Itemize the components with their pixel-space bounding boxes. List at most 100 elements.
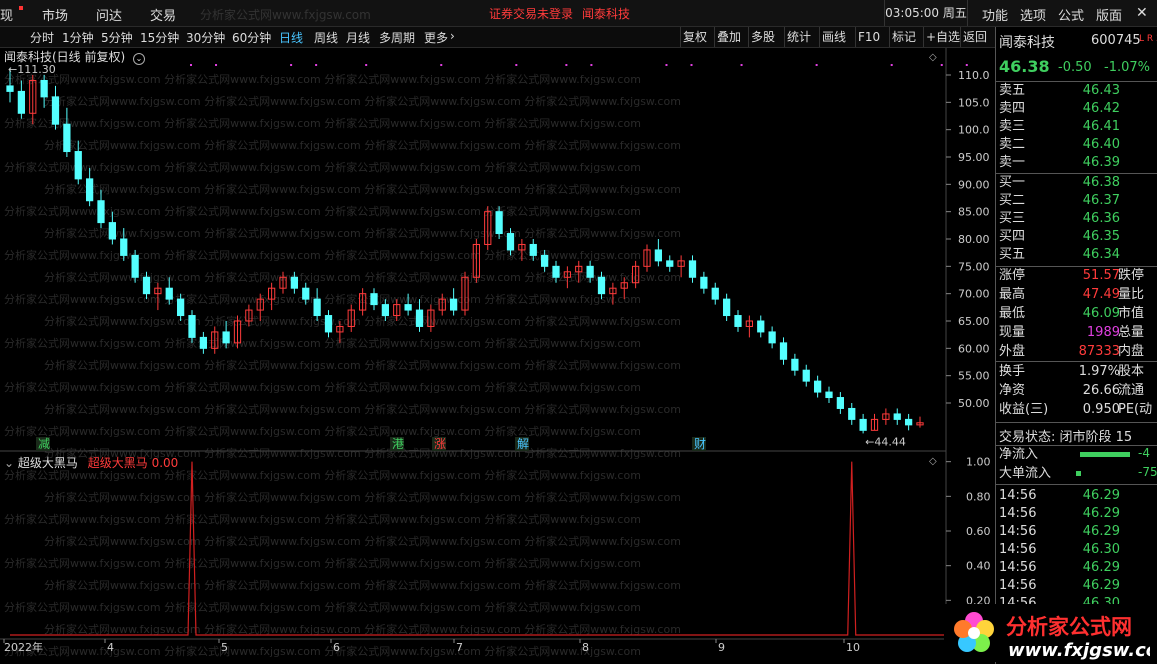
period-fenshi[interactable]: 分时	[30, 29, 54, 46]
bid-row: 买一 46.38	[996, 174, 1157, 192]
signal-dot	[365, 64, 368, 66]
expand-icon: ◇	[929, 456, 937, 467]
ask-row-value: 46.43	[1082, 83, 1120, 98]
month-label: 10	[846, 641, 860, 654]
btn-f10[interactable]: F10	[855, 27, 882, 47]
ask-row-label: 卖一	[999, 155, 1026, 170]
period-60min[interactable]: 60分钟	[232, 29, 271, 46]
stat2-row-value: 0.950	[1082, 402, 1120, 417]
btn-restore-right[interactable]: 复权	[680, 27, 709, 47]
notification-dot	[19, 6, 23, 10]
stat-row-label: 外盘	[999, 344, 1026, 359]
candle-body	[506, 233, 515, 251]
stat2-row-label: 换手	[999, 364, 1026, 379]
event-badge: 涨	[434, 436, 446, 451]
menu-trade[interactable]: 交易	[150, 5, 176, 24]
stat-row: 最高 47.49 量比	[996, 286, 1157, 304]
period-more[interactable]: 更多	[424, 29, 448, 46]
candle-body	[222, 331, 230, 344]
menu-formula[interactable]: 公式	[1058, 5, 1084, 24]
tick-row-label: 14:56	[999, 578, 1037, 593]
tick-row: 14:56 46.29	[996, 505, 1157, 523]
candle-body	[63, 123, 71, 153]
period-1min[interactable]: 1分钟	[62, 29, 94, 46]
site-logo: 分析家公式网 www.fxjgsw.com	[944, 604, 1150, 662]
menu-discover[interactable]: 现	[0, 5, 13, 24]
candle-body	[893, 413, 901, 420]
chevron-down-icon[interactable]: ⌄	[133, 53, 146, 65]
period-5min[interactable]: 5分钟	[101, 29, 133, 46]
chevron-right-icon[interactable]: ›	[450, 29, 455, 43]
candle-body	[381, 304, 390, 317]
indicator-tick-label: 1.00	[966, 456, 991, 469]
stat-row: 外盘 87333 内盘	[996, 343, 1157, 361]
btn-stats[interactable]: 统计	[784, 27, 813, 47]
candle-body	[734, 315, 742, 327]
btn-multi-stock[interactable]: 多股	[748, 27, 777, 47]
stat2-row-label2: 流通	[1118, 383, 1145, 398]
period-daily[interactable]: 日线	[279, 29, 303, 46]
candle-body	[51, 96, 60, 125]
signal-dot	[290, 64, 293, 66]
candle-body	[199, 336, 208, 349]
period-monthly[interactable]: 月线	[346, 29, 370, 46]
price-tick-label: 55.00	[958, 370, 990, 383]
period-weekly[interactable]: 周线	[314, 29, 338, 46]
collapse-icon[interactable]: ⌄	[4, 456, 14, 470]
flow-row: 净流入	[996, 446, 1157, 464]
candle-body	[711, 287, 719, 300]
ask-row: 卖二 46.40	[996, 136, 1157, 154]
quote-stock-code: 600745	[1091, 33, 1141, 48]
month-label: 4	[107, 641, 114, 654]
month-label: 6	[333, 641, 340, 654]
period-30min[interactable]: 30分钟	[186, 29, 225, 46]
btn-back[interactable]: 返回	[960, 27, 989, 47]
menu-options[interactable]: 选项	[1020, 5, 1046, 24]
stock-name-link[interactable]: 闻泰科技	[582, 5, 630, 22]
candle-body	[848, 407, 856, 420]
flow-row-label: 净流入	[999, 447, 1039, 462]
btn-draw-line[interactable]: 画线	[819, 27, 848, 47]
btn-add-favorite[interactable]: +自选	[923, 27, 962, 47]
bid-row: 买三 46.36	[996, 210, 1157, 228]
login-warning[interactable]: 证券交易未登录	[489, 5, 573, 22]
bid-row-label: 买二	[999, 193, 1026, 208]
tick-row-value: 46.29	[1082, 560, 1120, 575]
close-icon[interactable]: ✕	[1136, 5, 1148, 21]
grid-watermark: 分析家公式网www.fxjgsw.com 分析家公式网www.fxjgsw.co…	[44, 490, 681, 504]
candle-body	[859, 418, 867, 431]
candle-body	[540, 254, 549, 267]
grid-watermark: 分析家公式网www.fxjgsw.com 分析家公式网www.fxjgsw.co…	[4, 556, 641, 570]
menu-function[interactable]: 功能	[982, 5, 1008, 24]
candle-body	[449, 298, 458, 311]
menu-wenda[interactable]: 问达	[96, 5, 122, 24]
indicator-name[interactable]: 超级大黑马	[18, 456, 78, 470]
signal-dot	[665, 64, 668, 66]
btn-mark[interactable]: 标记	[889, 27, 918, 47]
kline-chart[interactable]: 分析家公式网www.fxjgsw.com 分析家公式网www.fxjgsw.co…	[0, 48, 995, 664]
grid-watermark: 分析家公式网www.fxjgsw.com 分析家公式网www.fxjgsw.co…	[44, 578, 681, 592]
candle-body	[552, 265, 560, 278]
signal-dot	[815, 64, 818, 66]
period-15min[interactable]: 15分钟	[140, 29, 179, 46]
quote-price: 46.38	[999, 57, 1050, 76]
bid-row-label: 买一	[999, 175, 1026, 190]
indicator-tick-label: 0.60	[966, 525, 991, 538]
menu-layout[interactable]: 版面	[1096, 5, 1122, 24]
candle-body	[370, 293, 378, 306]
stat-row-label: 涨停	[999, 268, 1026, 283]
period-multi[interactable]: 多周期	[379, 29, 415, 46]
flow-bar	[1076, 471, 1081, 476]
candle-body	[324, 315, 333, 333]
month-label: 5	[221, 641, 228, 654]
btn-overlay[interactable]: 叠加	[714, 27, 743, 47]
ask-row-label: 卖三	[999, 119, 1026, 134]
candle-body	[120, 238, 128, 256]
stat-row: 最低 46.09 市值	[996, 305, 1157, 323]
signal-dot	[315, 64, 318, 66]
price-tick-label: 80.00	[958, 233, 990, 246]
menu-market[interactable]: 市场	[42, 5, 68, 24]
grid-watermark: 分析家公式网www.fxjgsw.com 分析家公式网www.fxjgsw.co…	[4, 380, 641, 394]
month-label: 7	[456, 641, 463, 654]
signal-dot	[690, 64, 693, 66]
